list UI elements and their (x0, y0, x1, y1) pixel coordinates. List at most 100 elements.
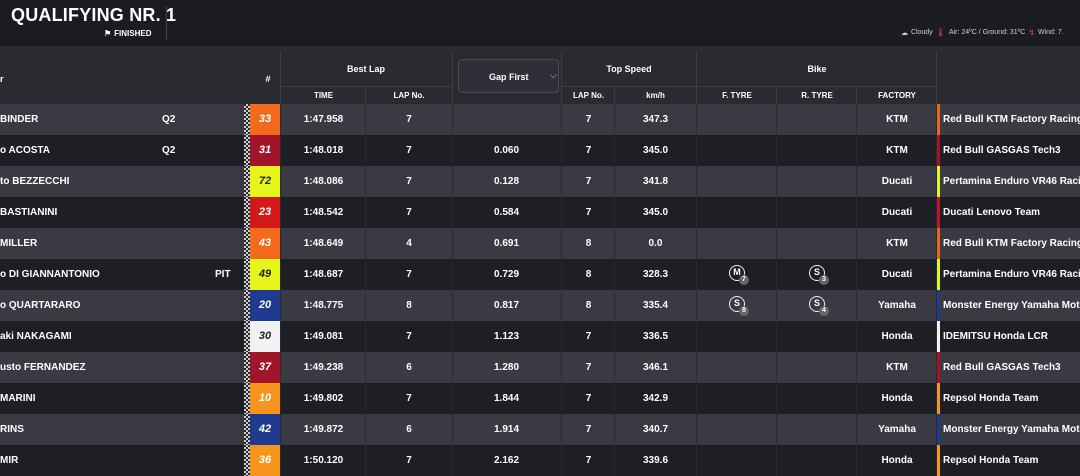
team-name: Red Bull GASGAS Tech3 (943, 362, 1061, 373)
table-row[interactable]: o DI GIANNANTONIO PIT 49 1:48.687 7 0.729 8 328… (0, 259, 1080, 290)
table-row[interactable]: usto FERNANDEZ 37 1:49.238 6 1.280 7 346.1 KTM R… (0, 352, 1080, 383)
col-bike: Bike (807, 64, 827, 74)
table-row[interactable]: MILLER 43 1:48.649 4 0.691 8 0.0 KTM Red Bull KT… (0, 228, 1080, 259)
column-divider (856, 321, 857, 352)
best-lap-time: 1:49.081 (303, 331, 344, 342)
column-divider (776, 414, 777, 445)
column-divider (452, 135, 453, 166)
column-divider (776, 445, 777, 476)
column-divider (561, 445, 562, 476)
column-divider (936, 321, 937, 352)
team-name: Repsol Honda Team (943, 393, 1039, 404)
column-divider (696, 259, 697, 290)
cloud-icon: ☁ (901, 29, 908, 37)
header-divider (696, 52, 697, 104)
gap-first: 0.584 (493, 207, 520, 218)
column-divider (452, 166, 453, 197)
column-divider (614, 383, 615, 414)
column-divider (561, 290, 562, 321)
column-divider (936, 414, 937, 445)
factory: Yamaha (878, 300, 916, 311)
column-divider (561, 414, 562, 445)
col-lap-no[interactable]: LAP No. (366, 91, 452, 100)
rider-number: 36 (250, 445, 280, 476)
best-lap-number: 7 (406, 176, 412, 187)
top-speed-kmh: 328.3 (642, 269, 669, 280)
rider-name: to BEZZECCHI (0, 176, 70, 187)
column-divider (614, 104, 615, 135)
table-row[interactable]: to BEZZECCHI 72 1:48.086 7 0.128 7 341.8 Ducati… (0, 166, 1080, 197)
best-lap-time: 1:49.802 (303, 393, 344, 404)
rider-name: o DI GIANNANTONIO (0, 269, 100, 280)
col-number[interactable]: # (258, 74, 278, 84)
best-lap-number: 7 (406, 393, 412, 404)
table-row[interactable]: aki NAKAGAMI 30 1:49.081 7 1.123 7 336.5 Honda I… (0, 321, 1080, 352)
table-row[interactable]: MIR 36 1:50.120 7 2.162 7 339.6 Honda Repsol Hon… (0, 445, 1080, 476)
header-divider (776, 86, 777, 104)
column-divider (365, 259, 366, 290)
gap-first: 1.280 (493, 362, 520, 373)
column-divider (614, 228, 615, 259)
col-rider[interactable]: r (0, 74, 10, 84)
rear-tyre-icon-lap: 3 (819, 275, 829, 285)
table-row[interactable]: MARINI 10 1:49.802 7 1.844 7 342.9 Honda Repsol … (0, 383, 1080, 414)
best-lap-number: 7 (406, 207, 412, 218)
header-divider (561, 52, 562, 104)
column-divider (936, 104, 937, 135)
rider-name: BASTIANINI (0, 207, 58, 218)
column-divider (365, 135, 366, 166)
column-divider (696, 414, 697, 445)
rider-name: MIR (0, 455, 19, 466)
best-lap-number: 7 (406, 145, 412, 156)
column-divider (561, 197, 562, 228)
top-speed-lap: 7 (585, 114, 592, 125)
best-lap-number: 7 (406, 269, 412, 280)
rider-name: MARINI (0, 393, 36, 404)
column-divider (614, 166, 615, 197)
factory: KTM (886, 238, 908, 249)
column-divider (452, 197, 453, 228)
column-divider (696, 383, 697, 414)
column-divider (696, 166, 697, 197)
col-factory[interactable]: FACTORY (857, 91, 937, 100)
col-f-tyre[interactable]: F. TYRE (697, 91, 777, 100)
column-divider (365, 166, 366, 197)
rider-number: 33 (250, 104, 280, 135)
best-lap-time: 1:48.018 (303, 145, 344, 156)
column-divider (365, 383, 366, 414)
table-row[interactable]: o QUARTARARO 20 1:48.775 8 0.817 8 335.4 S 8 S 4 Ya… (0, 290, 1080, 321)
table-row[interactable]: BINDER Q2 33 1:47.958 7 7 347.3 KTM Red Bull KTM… (0, 104, 1080, 135)
column-divider (776, 228, 777, 259)
col-time[interactable]: TIME (281, 91, 366, 100)
column-divider (561, 135, 562, 166)
weather-info: ☁ Cloudy 🌡︎ Air: 24ºC / Ground: 31ºC ↯ W… (901, 28, 1064, 37)
col-kmh[interactable]: km/h (615, 91, 696, 100)
team-name: Pertamina Enduro VR46 Racin (943, 176, 1080, 187)
table-row[interactable]: RINS 42 1:49.872 6 1.914 7 340.7 Yamaha Monster … (0, 414, 1080, 445)
top-speed-kmh: 335.4 (642, 300, 669, 311)
col-ts-lap-no[interactable]: LAP No. (562, 91, 615, 100)
column-divider (776, 352, 777, 383)
best-lap-time: 1:49.872 (303, 424, 344, 435)
column-divider (365, 228, 366, 259)
rider-name: aki NAKAGAMI (0, 331, 72, 342)
table-row[interactable]: o ACOSTA Q2 31 1:48.018 7 0.060 7 345.0 KTM Red B… (0, 135, 1080, 166)
column-divider (696, 352, 697, 383)
session-title: QUALIFYING NR. 1 (11, 5, 177, 25)
gap-select[interactable]: Gap First ⌵ (458, 59, 559, 93)
best-lap-time: 1:48.687 (303, 269, 344, 280)
best-lap-time: 1:48.775 (303, 300, 344, 311)
column-divider (561, 228, 562, 259)
column-divider (561, 321, 562, 352)
gap-first: 2.162 (493, 455, 520, 466)
top-speed-lap: 7 (585, 176, 592, 187)
column-divider (365, 445, 366, 476)
top-speed-lap: 7 (585, 331, 592, 342)
factory: Honda (881, 331, 913, 342)
column-divider (776, 383, 777, 414)
table-row[interactable]: BASTIANINI 23 1:48.542 7 0.584 7 345.0 Ducati Du… (0, 197, 1080, 228)
column-divider (856, 383, 857, 414)
team-name: IDEMITSU Honda LCR (943, 331, 1048, 342)
column-divider (614, 135, 615, 166)
col-r-tyre[interactable]: R. TYRE (777, 91, 857, 100)
